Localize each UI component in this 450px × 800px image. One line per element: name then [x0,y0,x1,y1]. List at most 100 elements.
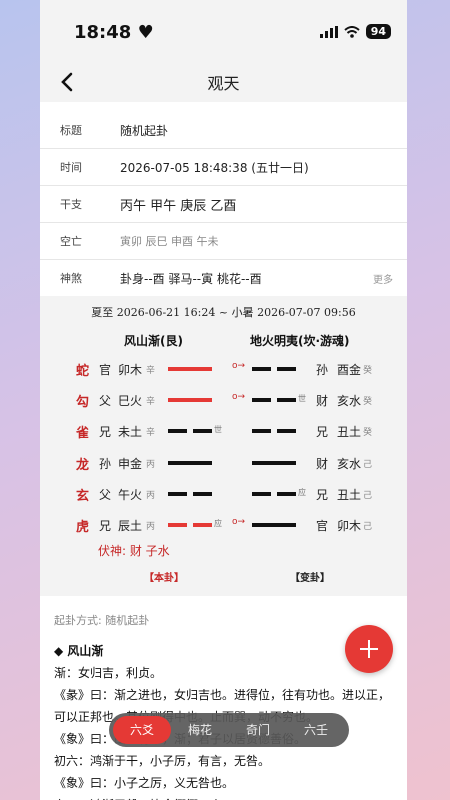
bian-yao-line [252,523,296,527]
tab-2[interactable]: 奇门 [229,716,287,744]
info-value: 寅卯 辰巳 申酉 午未 [120,235,219,248]
info-value: 卦身--酉 驿马--寅 桃花--酉 [120,271,262,286]
bian-yao-line [252,460,296,465]
info-row-kongwang: 空亡 寅卯 辰巳 申酉 午未 [40,223,407,260]
interpretation-line: 渐：女归吉，利贞。 [54,666,163,680]
add-button[interactable] [345,625,393,673]
stem-label: 己 [363,522,373,532]
six-kin-label: 孙 [99,456,112,471]
info-value: 2026-07-05 18:48:38 (五廿一日) [120,160,309,175]
bian-gua-tag[interactable]: 【变卦】 [290,569,330,584]
bian-gua-name: 地火明夷(坎·游魂) [250,334,350,348]
branch-label: 亥水 [337,456,362,471]
six-kin-label: 孙 [316,363,329,377]
shi-ying-mark: 世 [298,394,306,404]
status-bar: 18:48 ♥ 94 [40,0,407,64]
six-god-label: 虎 [76,520,90,535]
moving-arrow: o→ [232,392,246,403]
info-label: 标题 [60,124,82,137]
status-time: 18:48 ♥ [74,22,154,43]
info-row-ganzhi: 干支 丙午 甲午 庚辰 乙酉 [40,186,407,223]
info-label: 时间 [60,161,82,174]
shi-ying-mark: 应 [298,487,306,497]
six-kin-label: 官 [316,519,329,533]
six-god-label: 雀 [76,426,90,442]
branch-label: 巳火 [118,394,143,409]
nav-bar: 观天 [40,64,407,102]
six-god-label: 勾 [76,395,90,411]
six-kin-label: 兄 [316,425,329,440]
stem-label: 丙 [146,490,156,501]
ben-yao-line [168,398,212,403]
stem-label: 癸 [363,366,373,376]
branch-label: 午火 [118,487,143,502]
shi-ying-mark: 世 [214,425,222,435]
six-kin-label: 兄 [316,487,329,502]
yao-row: 勾父巳火辛 o→ 世财亥水癸 [40,387,407,413]
more-link[interactable]: 更多 [373,271,407,286]
ben-yao-line [168,460,212,465]
info-row-shensha: 神煞 卦身--酉 驿马--寅 桃花--酉 更多 [40,260,407,297]
six-god-label: 蛇 [76,364,90,379]
yao-row: 蛇官卯木辛 o→ 孙酉金癸 [40,356,407,382]
info-row-time: 时间 2026-07-05 18:48:38 (五廿一日) [40,149,407,186]
six-kin-label: 兄 [99,519,112,533]
yao-row: 雀兄未土辛世兄丑土癸 [40,418,407,444]
branch-label: 辰土 [118,519,143,533]
six-kin-label: 官 [99,363,112,377]
branch-label: 丑土 [337,425,362,440]
branch-label: 亥水 [337,394,362,409]
heart-icon: ♥ [137,22,154,43]
ben-gua-name: 风山渐(艮) [124,334,183,348]
branch-label: 卯木 [337,519,362,533]
battery-indicator: 94 [365,24,391,39]
interpretation-line: 初六：鸿渐于干，小子厉，有言，无咎。 [54,754,271,768]
ben-yao-line [168,491,212,496]
six-god-label: 龙 [76,457,90,473]
stem-label: 丙 [146,459,156,470]
interpretation-line: 《象》曰：小子之厉，义无咎也。 [54,776,235,790]
ben-yao-line [168,523,212,527]
signal-icon [319,25,338,38]
bian-yao-line [252,491,296,496]
phone-screen: 18:48 ♥ 94 观天 标题 随机起卦 时间 2026-07-05 18:48:… [40,0,407,800]
solar-term-range: 夏至 2026-06-21 16:24 ~ 小暑 2026-07-07 09:5… [91,306,356,319]
six-kin-label: 兄 [99,425,112,440]
page-title: 观天 [207,74,240,93]
branch-label: 酉金 [337,363,362,377]
moving-arrow: o→ [232,517,246,527]
six-kin-label: 父 [99,394,112,409]
bottom-tab-bar: 六爻 梅花 奇门 六壬 [109,713,349,747]
stem-label: 己 [363,490,373,501]
six-god-label: 玄 [76,488,90,504]
ben-yao-line [168,429,212,434]
yao-row: 虎兄辰土丙 应 o→ 官卯木己 [40,512,407,538]
ben-yao-line [168,367,212,371]
info-value: 随机起卦 [120,123,169,138]
info-value: 丙午 甲午 庚辰 乙酉 [120,198,237,214]
bian-yao-line [252,367,296,371]
interpretation-line: 《彖》曰：渐之进也，女归吉也。进得位，往有功也。进以正， [54,688,391,702]
stem-label: 辛 [146,397,156,408]
branch-label: 卯木 [118,363,143,377]
shi-ying-mark: 应 [214,519,222,528]
stem-label: 己 [363,459,373,470]
info-row-title: 标题 随机起卦 [40,112,407,149]
moving-arrow: o→ [232,361,246,371]
branch-label: 未土 [118,425,143,440]
tab-3[interactable]: 六壬 [287,716,345,744]
bian-yao-line [252,429,296,434]
yao-row: 玄父午火丙 应兄丑土己 [40,481,407,507]
six-kin-label: 父 [99,487,112,502]
wifi-icon [344,25,360,38]
tab-0[interactable]: 六爻 [113,716,171,744]
stem-label: 癸 [363,428,373,439]
branch-label: 丑土 [337,487,362,502]
ben-gua-tag[interactable]: 【本卦】 [144,569,184,584]
info-label: 干支 [60,198,82,211]
branch-label: 申金 [118,456,143,471]
tab-1[interactable]: 梅花 [171,716,229,744]
stem-label: 辛 [146,428,156,439]
hexagram-panel: 夏至 2026-06-21 16:24 ~ 小暑 2026-07-07 09:5… [40,296,407,596]
info-table: 标题 随机起卦 时间 2026-07-05 18:48:38 (五廿一日) 干支 丙午… [40,112,407,297]
